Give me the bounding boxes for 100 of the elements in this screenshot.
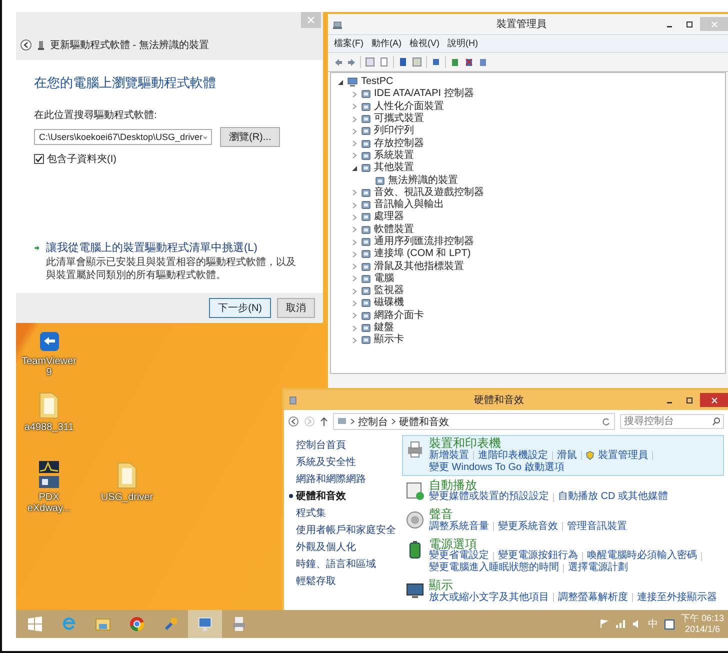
tree-item[interactable]: 鍵盤 <box>374 323 394 334</box>
expanded-arrow-icon[interactable] <box>337 78 344 86</box>
up-arrow-icon[interactable] <box>320 416 328 426</box>
tree-item[interactable]: IDE ATA/ATAPI 控制器 <box>374 89 474 100</box>
nav-link[interactable]: 系統及安全性 <box>296 455 356 469</box>
task-link[interactable]: 調整螢幕解析度 <box>558 592 628 604</box>
task-link[interactable]: 變更系統音效 <box>498 520 558 533</box>
update-driver-icon[interactable] <box>450 57 460 67</box>
flag-icon[interactable] <box>598 619 609 629</box>
tree-item[interactable]: TestPC <box>361 77 394 88</box>
tree-item[interactable]: 存放控制器 <box>374 138 424 149</box>
address-bar[interactable]: 控制台 硬體和音效 <box>333 413 615 430</box>
tree-item[interactable]: 通用序列匯流排控制器 <box>374 237 474 247</box>
tree-item[interactable]: 無法辨識的裝置 <box>388 176 458 186</box>
category-title-link[interactable]: 聲音 <box>429 508 627 521</box>
next-button[interactable]: 下一步(N) <box>209 298 271 318</box>
back-arrow-icon[interactable] <box>334 58 343 66</box>
menu-item[interactable]: 檔案(F) <box>334 37 364 50</box>
task-link[interactable]: 滑鼠 <box>557 450 577 462</box>
printer-icon[interactable] <box>231 616 247 632</box>
tree-item[interactable]: 系統裝置 <box>374 150 414 161</box>
expanded-arrow-icon[interactable] <box>351 164 358 172</box>
folder-icon[interactable] <box>115 460 139 490</box>
windows-logo-icon[interactable] <box>27 616 43 632</box>
task-link[interactable]: 變更省電設定 <box>429 550 489 562</box>
forward-icon[interactable] <box>304 416 315 427</box>
tree-item[interactable]: 連接埠 (COM 和 LPT) <box>374 249 471 260</box>
keyboard-icon[interactable] <box>664 618 675 630</box>
nav-link[interactable]: 控制台首頁 <box>296 438 346 452</box>
device-manager-icon[interactable] <box>197 616 213 632</box>
tool-icon[interactable] <box>163 616 179 632</box>
task-link[interactable]: 喚醒電腦時必須輸入密碼 <box>587 550 697 562</box>
tree-item[interactable]: 網路介面卡 <box>374 310 424 321</box>
search-field[interactable]: 搜尋控制台 <box>620 414 724 429</box>
task-link[interactable]: 裝置管理員 <box>598 450 648 462</box>
back-icon[interactable] <box>288 416 299 427</box>
task-link[interactable]: 管理音訊裝置 <box>567 520 627 533</box>
tree-item[interactable]: 音效、視訊及遊戲控制器 <box>374 188 484 198</box>
category-title-link[interactable]: 裝置和印表機 <box>429 437 721 450</box>
nav-link[interactable]: 使用者帳戶和家庭安全 <box>296 523 396 537</box>
refresh-icon[interactable] <box>601 416 611 426</box>
tree-item[interactable]: 軟體裝置 <box>374 224 414 235</box>
grid-icon[interactable] <box>412 57 422 67</box>
enable-icon[interactable] <box>478 57 488 67</box>
menu-item[interactable]: 檢視(V) <box>410 37 440 50</box>
properties-icon[interactable] <box>365 57 375 67</box>
task-link[interactable]: 變更媒體或裝置的預設設定 <box>429 491 549 504</box>
tree-item[interactable]: 顯示卡 <box>374 335 404 346</box>
task-link[interactable]: 變更電腦進入睡眠狀態的時間 <box>429 562 559 574</box>
nav-link[interactable]: 輕鬆存取 <box>296 574 336 588</box>
category-title-link[interactable]: 顯示 <box>429 579 717 592</box>
taskbar-button[interactable] <box>188 610 222 638</box>
task-link[interactable]: 進階印表機設定 <box>478 450 548 462</box>
uninstall-icon[interactable] <box>464 57 474 67</box>
cancel-button[interactable]: 取消 <box>277 298 315 318</box>
nav-link[interactable]: 外觀及個人化 <box>296 540 356 554</box>
tree-item[interactable]: 處理器 <box>374 212 404 222</box>
nav-link[interactable]: 硬體和音效 <box>296 489 346 503</box>
scan-icon[interactable] <box>431 57 441 67</box>
menu-item[interactable]: 動作(A) <box>372 37 402 50</box>
tree-item[interactable]: 電腦 <box>374 274 394 284</box>
nav-link[interactable]: 程式集 <box>296 506 326 520</box>
tree-item[interactable]: 其他裝置 <box>374 163 414 174</box>
pick-driver-link[interactable]: 讓我從電腦上的裝置驅動程式清單中挑選(L) <box>46 240 305 255</box>
tree-item[interactable]: 滑鼠及其他指標裝置 <box>374 262 464 272</box>
network-icon[interactable] <box>614 619 626 629</box>
nav-link[interactable]: 時鐘、語言和區域 <box>296 557 376 571</box>
document-icon[interactable] <box>379 57 389 67</box>
category-title-link[interactable]: 自動播放 <box>429 478 668 492</box>
close-button[interactable] <box>700 393 728 407</box>
chart-app-icon[interactable] <box>36 460 62 490</box>
browse-button[interactable]: 瀏覽(R)... <box>220 127 280 147</box>
task-link[interactable]: 選擇電源計劃 <box>568 562 628 574</box>
task-link[interactable]: 調整系統音量 <box>429 520 489 533</box>
search-icon[interactable] <box>712 417 721 426</box>
folder-icon[interactable] <box>37 390 61 420</box>
tree-item[interactable]: 人性化介面裝置 <box>374 102 444 112</box>
checkbox-label[interactable]: 包含子資料夾(I) <box>47 152 116 166</box>
forward-arrow-icon[interactable] <box>347 58 356 66</box>
task-link[interactable]: 變更 Windows To Go 啟動選項 <box>429 462 564 474</box>
task-link[interactable]: 變更電源按鈕行為 <box>498 550 578 562</box>
tree-item[interactable]: 列印佇列 <box>374 126 414 136</box>
path-combo-field[interactable]: C:\Users\koekoei67\Desktop\USG_driver <box>34 129 212 145</box>
help-icon[interactable] <box>398 57 408 67</box>
tree-item[interactable]: 可攜式裝置 <box>374 114 424 124</box>
tree-item[interactable]: 監視器 <box>374 286 404 296</box>
category-title-link[interactable]: 電源選項 <box>429 538 721 550</box>
app-icon[interactable] <box>37 330 61 354</box>
task-link[interactable]: 新增裝置 <box>429 450 469 462</box>
task-link[interactable]: 自動播放 CD 或其他媒體 <box>558 491 668 504</box>
tree-item[interactable]: 音訊輸入與輸出 <box>374 200 444 210</box>
task-link[interactable]: 連接至外接顯示器 <box>637 592 717 604</box>
tree-item[interactable]: 磁碟機 <box>374 298 404 308</box>
browser-icon[interactable] <box>129 616 145 632</box>
menu-item[interactable]: 說明(H) <box>448 37 478 50</box>
folder-icon[interactable] <box>95 616 111 632</box>
checkbox[interactable] <box>34 154 44 164</box>
task-link[interactable]: 放大或縮小文字及其他項目 <box>429 592 549 604</box>
back-icon[interactable] <box>20 39 32 51</box>
nav-link[interactable]: 網路和網際網路 <box>296 472 366 486</box>
